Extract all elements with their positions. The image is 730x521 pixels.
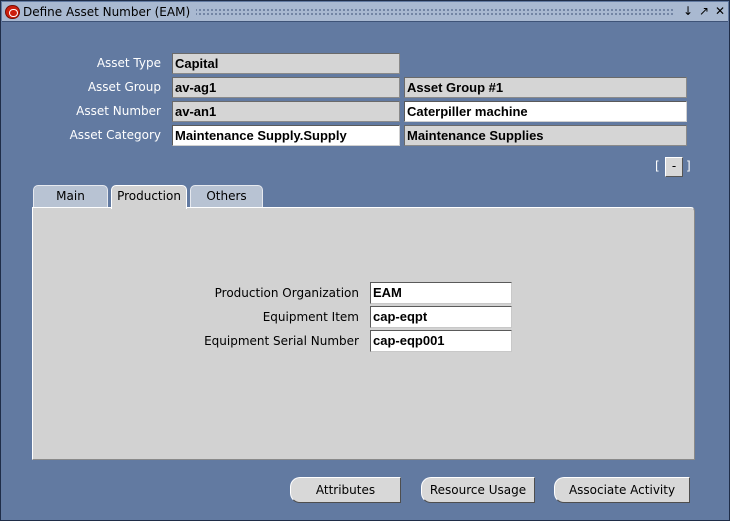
asset-number-label: Asset Number xyxy=(76,104,161,118)
asset-number-field[interactable]: av-an1 xyxy=(172,101,400,122)
equipment-item-label: Equipment Item xyxy=(262,310,359,324)
close-icon[interactable]: ✕ xyxy=(713,4,727,19)
flexfield-button[interactable]: - xyxy=(665,157,683,177)
production-organization-label: Production Organization xyxy=(214,286,359,300)
asset-category-label: Asset Category xyxy=(69,128,161,142)
bracket-right: ] xyxy=(686,159,691,173)
equipment-serial-number-label: Equipment Serial Number xyxy=(204,334,359,348)
title-bar[interactable]: Define Asset Number (EAM) ↓ ↗ ✕ xyxy=(2,2,728,22)
tab-main[interactable]: Main xyxy=(33,185,108,208)
asset-category-field[interactable]: Maintenance Supply.Supply xyxy=(172,125,400,146)
bracket-left: [ xyxy=(655,159,660,173)
attributes-button[interactable]: Attributes xyxy=(290,477,401,503)
equipment-item-field[interactable]: cap-eqpt xyxy=(370,306,512,328)
oracle-app-icon xyxy=(5,5,20,19)
resource-usage-button[interactable]: Resource Usage xyxy=(421,477,535,503)
asset-number-description[interactable]: Caterpiller machine xyxy=(404,101,687,122)
asset-type-label: Asset Type xyxy=(96,56,161,70)
title-bar-grip xyxy=(182,8,674,17)
minimize-icon[interactable]: ↓ xyxy=(681,4,695,19)
asset-group-description[interactable]: Asset Group #1 xyxy=(404,77,687,98)
equipment-serial-number-field[interactable]: cap-eqp001 xyxy=(370,330,512,352)
maximize-icon[interactable]: ↗ xyxy=(697,4,711,19)
associate-activity-button[interactable]: Associate Activity xyxy=(554,477,690,503)
production-tab-panel: Production Organization EAM Equipment It… xyxy=(32,207,695,460)
asset-type-field[interactable]: Capital xyxy=(172,53,400,74)
production-organization-field[interactable]: EAM xyxy=(370,282,512,304)
tab-production[interactable]: Production xyxy=(111,185,187,209)
asset-group-label: Asset Group xyxy=(87,80,161,94)
asset-number-window: Define Asset Number (EAM) ↓ ↗ ✕ Asset Ty… xyxy=(0,0,730,521)
asset-category-description[interactable]: Maintenance Supplies xyxy=(404,125,687,146)
window-title: Define Asset Number (EAM) xyxy=(23,5,197,19)
tab-others[interactable]: Others xyxy=(190,185,263,208)
asset-group-field[interactable]: av-ag1 xyxy=(172,77,400,98)
